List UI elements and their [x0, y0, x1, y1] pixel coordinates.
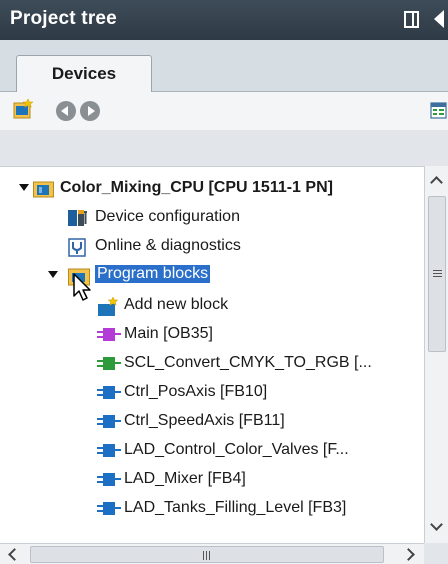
- mouse-cursor-icon: [73, 273, 91, 301]
- project-tree: Color_Mixing_CPU [CPU 1511-1 PN] Device …: [0, 166, 424, 543]
- tree-item-add-new-block[interactable]: Add new block: [0, 291, 424, 320]
- fc-block-icon: [97, 357, 121, 370]
- scroll-down-icon[interactable]: [427, 517, 447, 537]
- tree-item-lad-tanks-filling-level[interactable]: LAD_Tanks_Filling_Level [FB3]: [0, 494, 424, 523]
- scrollbar-corner: [424, 543, 448, 564]
- tree-item-online-diagnostics[interactable]: Online & diagnostics: [0, 232, 424, 261]
- fb-block-icon: [97, 444, 121, 457]
- tree-item-lad-control-color-valves[interactable]: LAD_Control_Color_Valves [F...: [0, 436, 424, 465]
- tree-item-device-configuration[interactable]: Device configuration: [0, 203, 424, 232]
- grip-line: [433, 270, 442, 271]
- grip-line: [203, 551, 204, 560]
- scroll-up-icon[interactable]: [427, 172, 447, 192]
- tree-item-scl-convert[interactable]: SCL_Convert_CMYK_TO_RGB [...: [0, 349, 424, 378]
- tree-item-ctrl-posaxis[interactable]: Ctrl_PosAxis [FB10]: [0, 378, 424, 407]
- title-bar: Project tree: [0, 0, 448, 40]
- fb-block-icon: [97, 386, 121, 399]
- tab-strip: Devices: [0, 40, 448, 93]
- tree-item-label: Add new block: [124, 296, 229, 313]
- horizontal-scroll-thumb[interactable]: [30, 546, 384, 563]
- vertical-scrollbar[interactable]: [424, 166, 448, 543]
- expand-arrow-icon[interactable]: [48, 271, 58, 278]
- cpu-folder-icon: [33, 181, 54, 198]
- scroll-right-icon[interactable]: [400, 545, 422, 564]
- tree-item-label: Color_Mixing_CPU [CPU 1511-1 PN]: [60, 179, 333, 196]
- forward-icon[interactable]: [80, 101, 100, 121]
- device-configuration-icon: [68, 210, 87, 226]
- grip-line: [433, 276, 442, 277]
- tree-item-main-ob35[interactable]: Main [OB35]: [0, 320, 424, 349]
- tree-item-label: Main [OB35]: [124, 325, 213, 342]
- grip-line: [433, 273, 442, 274]
- tree-item-lad-mixer[interactable]: LAD_Mixer [FB4]: [0, 465, 424, 494]
- project-tree-panel: Project tree Devices Color_Mixing_CPU [C…: [0, 0, 448, 564]
- tree-item-label: LAD_Control_Color_Valves [F...: [124, 441, 349, 458]
- tab-devices[interactable]: Devices: [16, 55, 152, 93]
- pin-icon[interactable]: [404, 11, 419, 28]
- add-block-icon: [98, 297, 119, 316]
- horizontal-scrollbar[interactable]: [0, 543, 448, 564]
- tree-item-label: Ctrl_PosAxis [FB10]: [124, 383, 268, 400]
- scroll-left-icon[interactable]: [2, 545, 24, 564]
- tree-item-label: Online & diagnostics: [95, 237, 241, 254]
- tree-item-label: LAD_Mixer [FB4]: [124, 470, 246, 487]
- fb-block-icon: [97, 502, 121, 515]
- new-device-icon[interactable]: [12, 98, 34, 120]
- tree-item-cpu[interactable]: Color_Mixing_CPU [CPU 1511-1 PN]: [0, 174, 424, 203]
- tree-item-label: Program blocks: [93, 264, 212, 284]
- tree-item-ctrl-speedaxis[interactable]: Ctrl_SpeedAxis [FB11]: [0, 407, 424, 436]
- toolbar: [0, 92, 448, 130]
- tree-item-program-blocks[interactable]: Program blocks: [0, 261, 424, 290]
- back-icon[interactable]: [56, 101, 76, 121]
- grip-line: [206, 551, 207, 560]
- overview-icon[interactable]: [430, 100, 448, 120]
- expand-arrow-icon[interactable]: [19, 184, 29, 191]
- vertical-scroll-thumb[interactable]: [428, 196, 446, 352]
- tree-item-label: SCL_Convert_CMYK_TO_RGB [...: [124, 354, 372, 371]
- separator-band: [0, 130, 448, 166]
- collapse-panel-icon[interactable]: [434, 10, 444, 28]
- tree-item-label: Ctrl_SpeedAxis [FB11]: [124, 412, 285, 429]
- tree-item-label: Device configuration: [95, 208, 240, 225]
- ob-block-icon: [97, 328, 121, 341]
- tree-item-label: LAD_Tanks_Filling_Level [FB3]: [124, 499, 347, 516]
- fb-block-icon: [97, 473, 121, 486]
- fb-block-icon: [97, 415, 121, 428]
- panel-title: Project tree: [10, 8, 117, 29]
- grip-line: [209, 551, 210, 560]
- online-diagnostics-icon: [68, 238, 86, 257]
